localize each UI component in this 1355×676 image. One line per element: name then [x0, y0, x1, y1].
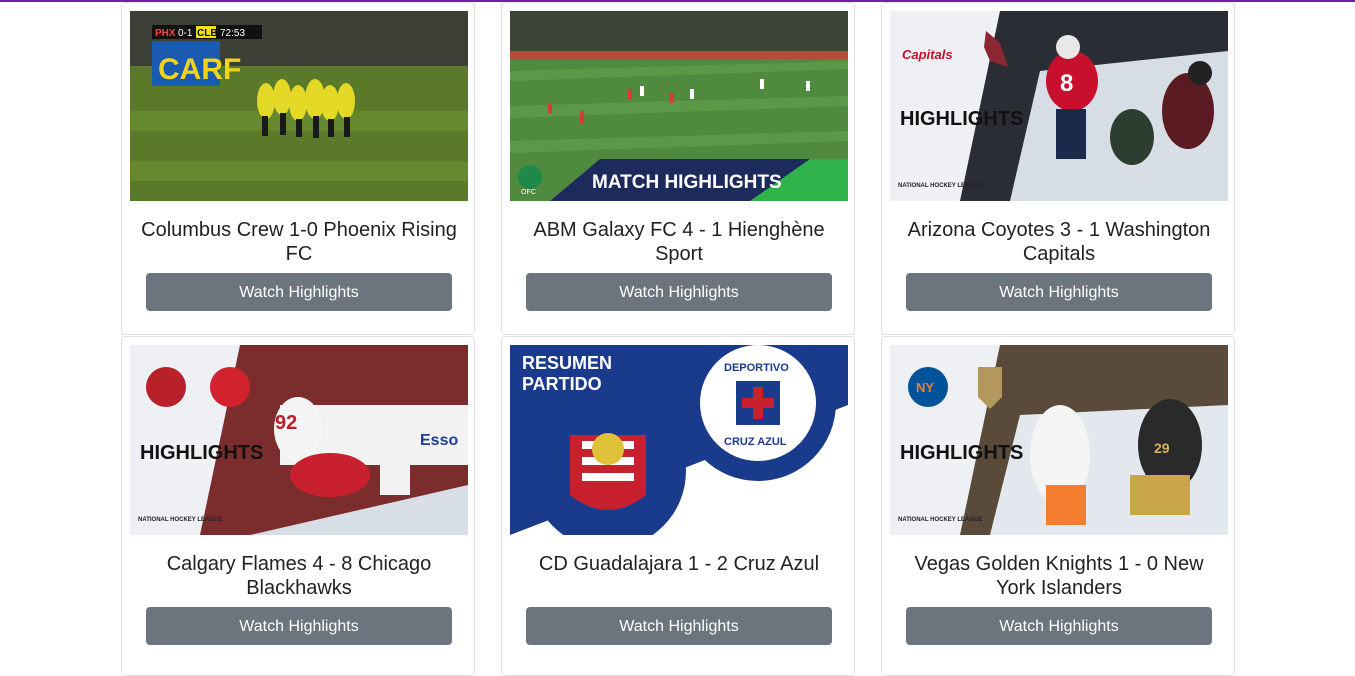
video-thumbnail[interactable]: CARF PHX 0-1 CLB 72:53 — [130, 11, 468, 201]
highlight-card: Capitals HIGHLIGHTS NATIONAL HOCKEY LEAG… — [881, 2, 1235, 335]
svg-text:PARTIDO: PARTIDO — [522, 374, 602, 394]
liga-mx-graphic: RESUMEN PARTIDO DEPORTIVO CRUZ AZUL CL20… — [510, 345, 848, 535]
svg-text:8: 8 — [1060, 70, 1073, 97]
video-thumbnail[interactable]: RESUMEN PARTIDO DEPORTIVO CRUZ AZUL CL20… — [510, 345, 848, 535]
watch-highlights-button[interactable]: Watch Highlights — [146, 273, 452, 311]
soccer-field-image: CARF PHX 0-1 CLB 72:53 — [130, 11, 468, 201]
svg-text:NATIONAL HOCKEY LEAGUE: NATIONAL HOCKEY LEAGUE — [138, 517, 222, 523]
video-thumbnail[interactable]: Capitals HIGHLIGHTS NATIONAL HOCKEY LEAG… — [890, 11, 1228, 201]
svg-text:72:53: 72:53 — [220, 28, 245, 39]
video-thumbnail[interactable]: MATCH HIGHLIGHTS OFC — [510, 11, 848, 201]
watch-highlights-button[interactable]: Watch Highlights — [146, 607, 452, 645]
thumbnail-ad-text: CARF — [158, 53, 241, 86]
thumbnail-label: HIGHLIGHTS — [900, 442, 1023, 464]
svg-text:CRUZ AZUL: CRUZ AZUL — [724, 436, 787, 448]
match-title: Vegas Golden Knights 1 - 0 New York Isla… — [914, 553, 1204, 599]
svg-text:0-1: 0-1 — [178, 28, 193, 39]
svg-text:NATIONAL HOCKEY LEAGUE: NATIONAL HOCKEY LEAGUE — [898, 517, 982, 523]
highlight-card: RESUMEN PARTIDO DEPORTIVO CRUZ AZUL CL20… — [501, 336, 855, 676]
svg-text:92: 92 — [275, 412, 297, 434]
watch-highlights-button[interactable]: Watch Highlights — [906, 273, 1212, 311]
thumbnail-ad-text: Esso — [420, 432, 458, 449]
watch-highlights-button[interactable]: Watch Highlights — [526, 607, 832, 645]
match-title: ABM Galaxy FC 4 - 1 Hienghène Sport — [533, 219, 825, 265]
highlight-card: Esso HIGHLIGHTS NATIONAL HOCKEY LEAGUE 9… — [121, 336, 475, 676]
hockey-game-image: Esso HIGHLIGHTS NATIONAL HOCKEY LEAGUE 9… — [130, 345, 468, 535]
hockey-game-image: Capitals HIGHLIGHTS NATIONAL HOCKEY LEAG… — [890, 11, 1228, 201]
svg-text:OFC: OFC — [521, 189, 536, 196]
thumbnail-label: HIGHLIGHTS — [140, 442, 263, 464]
watch-highlights-button[interactable]: Watch Highlights — [906, 607, 1212, 645]
thumbnail-label: HIGHLIGHTS — [900, 108, 1023, 130]
match-title: CD Guadalajara 1 - 2 Cruz Azul — [538, 553, 820, 575]
highlight-card: NY HIGHLIGHTS NATIONAL HOCKEY LEAGUE 29 … — [881, 336, 1235, 676]
svg-text:RESUMEN: RESUMEN — [522, 353, 612, 373]
svg-text:29: 29 — [1154, 440, 1170, 456]
svg-text:PHX: PHX — [155, 28, 176, 39]
svg-text:LIGA BBVA: LIGA BBVA — [724, 512, 800, 529]
match-title: Calgary Flames 4 - 8 Chicago Blackhawks — [166, 553, 432, 599]
match-title: Arizona Coyotes 3 - 1 Washington Capital… — [907, 219, 1211, 265]
soccer-field-image: MATCH HIGHLIGHTS OFC — [510, 11, 848, 201]
highlight-card: CARF PHX 0-1 CLB 72:53 Columbus Crew 1-0… — [121, 2, 475, 335]
svg-text:CLB: CLB — [197, 28, 218, 39]
team-logo-text: NY — [916, 380, 934, 395]
match-title: Columbus Crew 1-0 Phoenix Rising FC — [141, 219, 457, 265]
svg-text:NATIONAL HOCKEY LEAGUE: NATIONAL HOCKEY LEAGUE — [898, 183, 982, 189]
video-thumbnail[interactable]: NY HIGHLIGHTS NATIONAL HOCKEY LEAGUE 29 — [890, 345, 1228, 535]
hockey-game-image: NY HIGHLIGHTS NATIONAL HOCKEY LEAGUE 29 — [890, 345, 1228, 535]
watch-highlights-button[interactable]: Watch Highlights — [526, 273, 832, 311]
svg-text:DEPORTIVO: DEPORTIVO — [724, 362, 789, 374]
highlight-card: MATCH HIGHLIGHTS OFC ABM Galaxy FC 4 - 1… — [501, 2, 855, 335]
svg-text:CL20 | J6: CL20 | J6 — [764, 484, 828, 501]
video-thumbnail[interactable]: Esso HIGHLIGHTS NATIONAL HOCKEY LEAGUE 9… — [130, 345, 468, 535]
team-logo-text: Capitals — [902, 47, 953, 62]
thumbnail-banner: MATCH HIGHLIGHTS — [592, 172, 782, 193]
